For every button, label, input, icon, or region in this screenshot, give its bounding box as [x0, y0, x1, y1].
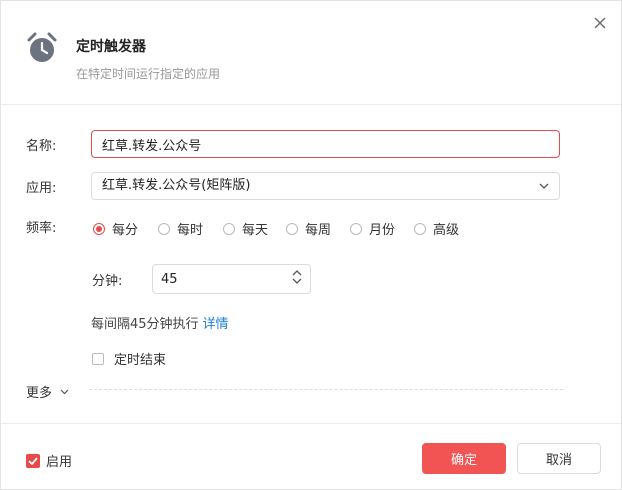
frequency-option-hour[interactable]: 每时 — [158, 219, 203, 238]
enable-checkbox[interactable]: 启用 — [26, 451, 72, 470]
frequency-option-minute[interactable]: 每分 — [93, 219, 138, 238]
enable-label: 启用 — [46, 455, 73, 470]
timed-end-checkbox[interactable]: 定时结束 — [92, 349, 166, 368]
name-label: 名称: — [26, 139, 57, 154]
detail-link[interactable]: 详情 — [203, 317, 229, 332]
radio-selected-icon — [93, 222, 105, 235]
name-field[interactable] — [91, 130, 560, 158]
timer-trigger-dialog: 定时触发器 在特定时间运行指定的应用 名称: 应用: 红草.转发.公众号(矩阵版… — [0, 0, 622, 490]
minute-value: 45 — [161, 271, 178, 287]
frequency-option-label: 每周 — [305, 223, 332, 238]
alarm-clock-icon — [26, 31, 58, 65]
chevron-down-icon — [539, 173, 549, 199]
more-toggle[interactable]: 更多 — [26, 382, 69, 401]
close-button[interactable] — [589, 12, 611, 34]
app-label: 应用: — [26, 181, 57, 196]
frequency-option-label: 每天 — [242, 223, 269, 238]
radio-icon — [350, 222, 362, 235]
divider — [89, 389, 563, 390]
frequency-option-week[interactable]: 每周 — [286, 219, 331, 238]
radio-icon — [414, 222, 426, 235]
up-down-chevron-icon[interactable] — [292, 270, 302, 288]
dialog-title: 定时触发器 — [76, 39, 146, 55]
checkbox-icon — [92, 352, 104, 365]
frequency-option-advanced[interactable]: 高级 — [414, 219, 459, 238]
radio-icon — [158, 222, 170, 235]
interval-text: 每间隔45分钟执行 — [91, 317, 199, 332]
more-label: 更多 — [26, 386, 53, 401]
frequency-label: 频率: — [26, 221, 57, 236]
radio-icon — [223, 222, 235, 235]
minute-label: 分钟: — [92, 274, 123, 289]
timed-end-label: 定时结束 — [114, 353, 167, 368]
footer-divider — [1, 423, 621, 424]
radio-icon — [286, 222, 298, 235]
chevron-down-icon — [60, 389, 69, 395]
dialog-header: 定时触发器 在特定时间运行指定的应用 — [1, 1, 621, 105]
minute-stepper[interactable]: 45 — [152, 264, 311, 294]
frequency-option-label: 每时 — [177, 223, 204, 238]
frequency-option-month[interactable]: 月份 — [350, 219, 395, 238]
frequency-option-label: 月份 — [369, 223, 396, 238]
app-select-value: 红草.转发.公众号(矩阵版) — [102, 178, 251, 193]
close-icon — [594, 14, 606, 33]
cancel-button[interactable]: 取消 — [517, 443, 601, 474]
frequency-option-label: 高级 — [433, 223, 460, 238]
frequency-option-day[interactable]: 每天 — [223, 219, 268, 238]
checkbox-checked-icon — [26, 453, 40, 468]
confirm-button[interactable]: 确定 — [422, 443, 506, 474]
dialog-subtitle: 在特定时间运行指定的应用 — [76, 67, 221, 81]
interval-description: 每间隔45分钟执行 详情 — [91, 313, 229, 332]
app-select[interactable]: 红草.转发.公众号(矩阵版) — [91, 172, 560, 200]
frequency-option-label: 每分 — [112, 223, 139, 238]
